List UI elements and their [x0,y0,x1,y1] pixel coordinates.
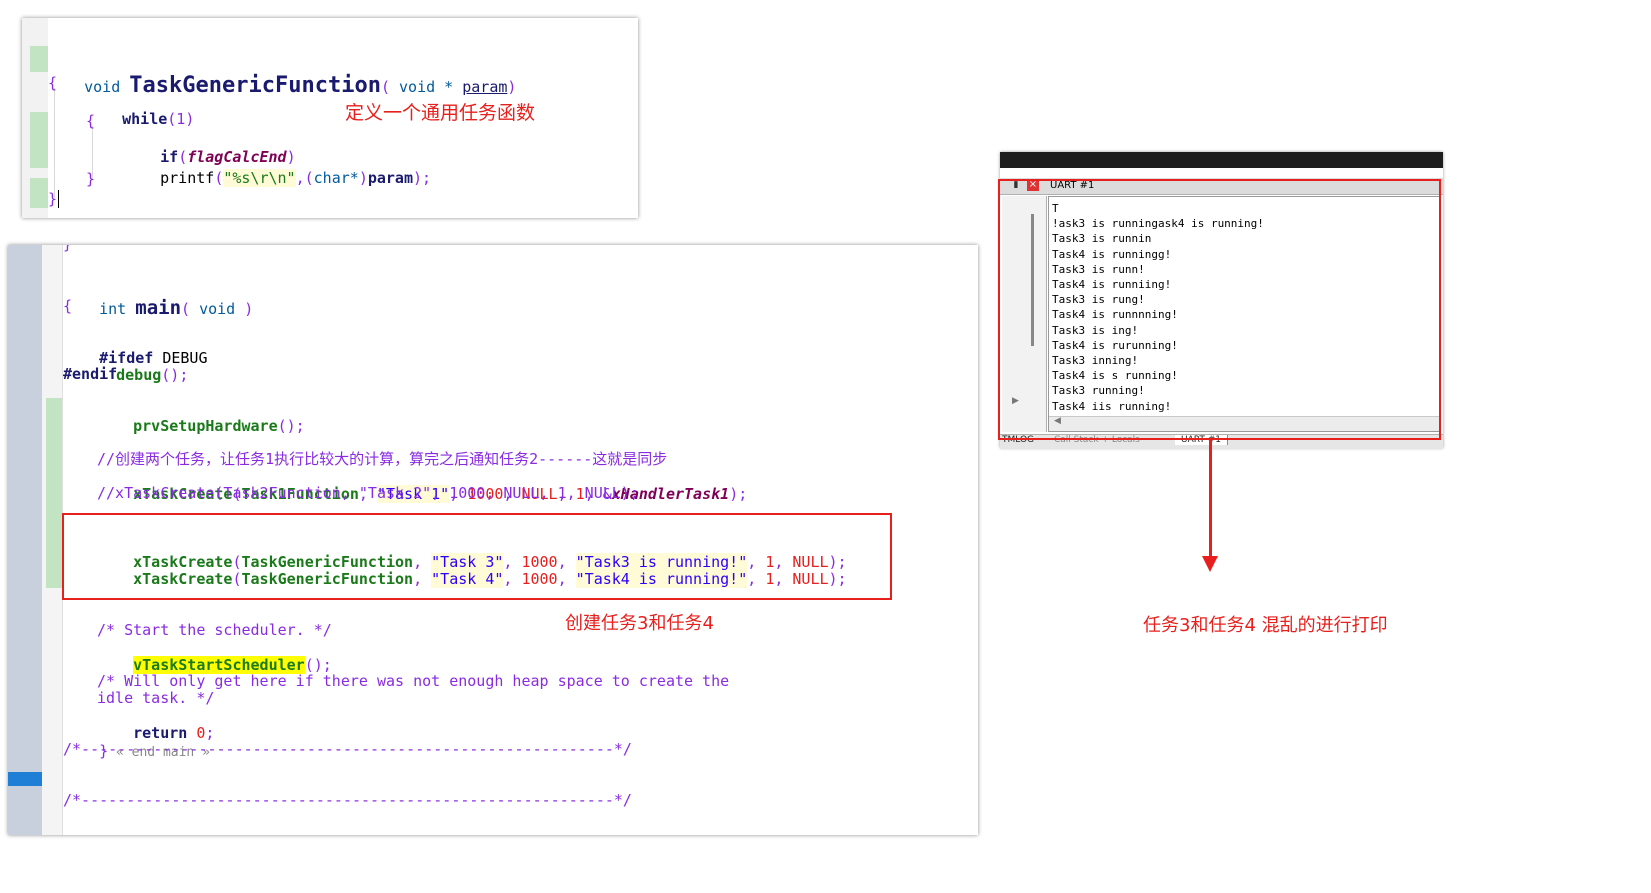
setup-hardware-call[interactable]: prvSetupHardware [133,417,278,435]
code-line-divider: /*--------------------------------------… [63,740,632,758]
paren: ( [380,78,400,96]
text-cursor [58,190,59,208]
gutter-change-marker [30,178,48,208]
paren: (); [161,366,189,384]
param-name[interactable]: param [462,78,507,96]
code-line-heap-comment-1: /* Will only get here if there was not e… [97,672,730,690]
arrow-shaft [1209,440,1212,558]
param-type: void * [399,78,463,96]
param-ref[interactable]: param [368,169,413,187]
cast-type: char* [313,169,359,187]
code-line-brace: { [63,297,73,315]
int-keyword: int [99,300,136,318]
annotation-uart-output: 任务3和任务4 混乱的进行打印 [1143,615,1388,636]
code-line-brace: { [48,74,58,92]
code-line-heap-comment-2: idle task. */ [97,689,215,707]
paren: ( [214,169,224,187]
gutter-change-marker [46,398,62,588]
paren: ) [507,78,517,96]
code-line-setup: prvSetupHardware(); [97,399,305,453]
debug-call[interactable]: debug [116,366,161,384]
code-editor-top: void TaskGenericFunction( void * param) … [22,18,638,218]
while-keyword: while [122,110,168,128]
main-function-name[interactable]: main [135,297,181,319]
code-line-prev-brace: } [63,245,72,253]
annotation-create-tasks: 创建任务3和任务4 [565,613,714,634]
format-string: "%s\r\n" [223,169,296,187]
code-line-start-comment: /* Start the scheduler. */ [97,621,332,639]
code-line-brace: } [86,170,96,188]
window-title-bar [1000,152,1443,168]
paren: (); [277,417,305,435]
gutter-change-marker [30,112,48,168]
highlight-box-create [62,513,892,600]
printf-call[interactable]: printf [160,169,214,187]
arrow-head-icon [1202,556,1218,572]
code-line-brace: { [86,112,96,130]
void-keyword: void [199,300,236,318]
punct: ); [413,169,432,187]
code-line-create2-comment: //xTaskCreate(Task2Function, "Task 2", 1… [97,484,639,502]
annotation-generic-function: 定义一个通用任务函数 [345,102,536,124]
code-line-divider: /*--------------------------------------… [63,791,632,809]
highlight-box-uart [998,179,1441,440]
paren: ) [235,300,254,318]
while-cond: (1) [167,110,195,128]
gutter-change-marker [30,46,48,72]
code-line-comment-cn: //创建两个任务，让任务1执行比较大的计算，算完之后通知任务2------这就是… [97,450,668,468]
editor-gutter [8,245,42,835]
punct: ,( [295,169,314,187]
code-line-endif: #endif [63,365,118,383]
paren: ( [181,300,200,318]
code-line-printf: printf("%s\r\n",(char*)param); [124,151,431,205]
gutter-bookmark-marker [8,772,42,786]
punct: ); [729,485,748,503]
code-line-brace: } [48,190,58,208]
paren: ) [358,169,368,187]
